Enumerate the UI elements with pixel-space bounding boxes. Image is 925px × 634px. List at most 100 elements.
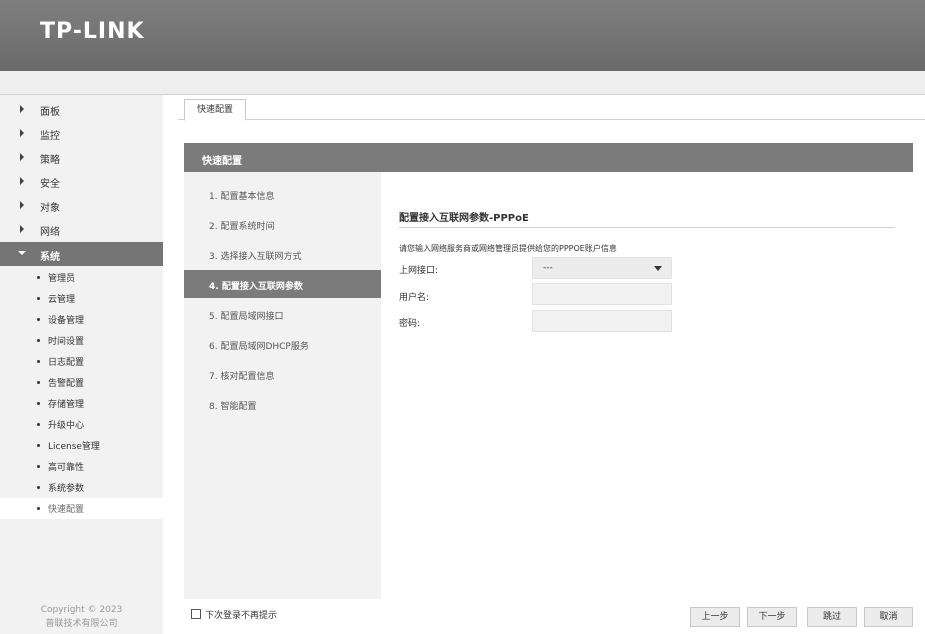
bullet-icon bbox=[37, 381, 40, 384]
bullet-icon bbox=[37, 339, 40, 342]
step-label: 6. 配置局域网DHCP服务 bbox=[209, 342, 309, 352]
sidebar-item-system[interactable]: 系统 bbox=[0, 242, 163, 266]
sidebar-subitem-label: 告警配置 bbox=[48, 379, 85, 389]
copyright-line: Copyright © 2023 bbox=[40, 605, 123, 615]
sidebar-subitem-label: 升级中心 bbox=[48, 421, 85, 431]
chevron-right-icon bbox=[20, 201, 24, 209]
sidebar-item-label: 系统 bbox=[40, 252, 60, 263]
cancel-button[interactable]: 取消 bbox=[864, 607, 913, 627]
sidebar-item-label: 安全 bbox=[40, 179, 60, 190]
tab-bar: 快速配置 bbox=[178, 95, 925, 121]
chevron-right-icon bbox=[20, 177, 24, 185]
sidebar-subitem-license[interactable]: License管理 bbox=[0, 435, 163, 456]
chevron-right-icon bbox=[20, 153, 24, 161]
bullet-icon bbox=[37, 423, 40, 426]
sidebar-subitem-log[interactable]: 日志配置 bbox=[0, 351, 163, 372]
header-subbar bbox=[0, 71, 925, 95]
chevron-down-icon bbox=[18, 251, 26, 255]
form-title: 配置接入互联网参数-PPPoE bbox=[399, 213, 529, 224]
step-label: 1. 配置基本信息 bbox=[209, 192, 275, 202]
sidebar-subitem-label: License管理 bbox=[48, 442, 100, 452]
sidebar-subitem-alarm[interactable]: 告警配置 bbox=[0, 372, 163, 393]
chevron-right-icon bbox=[20, 105, 24, 113]
chevron-right-icon bbox=[20, 129, 24, 137]
bullet-icon bbox=[37, 444, 40, 447]
tp-link-logo: TP-LINK bbox=[40, 19, 145, 44]
wizard-step: 3. 选择接入互联网方式 bbox=[184, 240, 381, 268]
top-header: TP-LINK bbox=[0, 0, 925, 71]
step-label: 5. 配置局域网接口 bbox=[209, 312, 284, 322]
bullet-icon bbox=[37, 402, 40, 405]
dropdown-caret-icon bbox=[654, 266, 662, 271]
sidebar-subitem-label: 设备管理 bbox=[48, 316, 85, 326]
wizard-step-current: 4. 配置接入互联网参数 bbox=[184, 270, 381, 298]
divider bbox=[399, 227, 895, 228]
username-label: 用户名: bbox=[399, 293, 430, 303]
sidebar-item-policy[interactable]: 策略 bbox=[0, 145, 163, 169]
panel-title: 快速配置 bbox=[202, 156, 242, 167]
sidebar-item-label: 对象 bbox=[40, 203, 60, 214]
bullet-icon bbox=[37, 465, 40, 468]
dont-show-again-label: 下次登录不再提示 bbox=[205, 611, 278, 621]
username-input[interactable] bbox=[532, 283, 672, 305]
bullet-icon bbox=[37, 486, 40, 489]
wizard-step: 5. 配置局域网接口 bbox=[184, 300, 381, 328]
next-button[interactable]: 下一步 bbox=[747, 607, 797, 627]
tab-quick-setup[interactable]: 快速配置 bbox=[184, 99, 246, 121]
sidebar-subitem-device[interactable]: 设备管理 bbox=[0, 309, 163, 330]
sidebar-item-security[interactable]: 安全 bbox=[0, 169, 163, 193]
sidebar: 面板 监控 策略 安全 对象 网络 系统 管理员 云管理 设备管理 时间设置 日… bbox=[0, 95, 163, 634]
sidebar-item-label: 面板 bbox=[40, 107, 60, 118]
step-label: 3. 选择接入互联网方式 bbox=[209, 252, 302, 262]
uplink-select[interactable]: --- bbox=[532, 257, 672, 279]
step-label: 8. 智能配置 bbox=[209, 402, 257, 412]
sidebar-subitem-label: 日志配置 bbox=[48, 358, 85, 368]
sidebar-item-label: 策略 bbox=[40, 155, 60, 166]
chevron-right-icon bbox=[20, 225, 24, 233]
sidebar-subitem-params[interactable]: 系统参数 bbox=[0, 477, 163, 498]
password-label: 密码: bbox=[399, 319, 421, 329]
skip-button[interactable]: 跳过 bbox=[807, 607, 857, 627]
sidebar-item-label: 网络 bbox=[40, 227, 60, 238]
wizard-step: 8. 智能配置 bbox=[184, 390, 381, 418]
bullet-icon bbox=[37, 297, 40, 300]
password-input[interactable] bbox=[532, 310, 672, 332]
sidebar-subitem-label: 高可靠性 bbox=[48, 463, 85, 473]
sidebar-subitem-admin[interactable]: 管理员 bbox=[0, 267, 163, 288]
sidebar-item-network[interactable]: 网络 bbox=[0, 217, 163, 241]
bullet-icon bbox=[37, 507, 40, 510]
sidebar-item-objects[interactable]: 对象 bbox=[0, 193, 163, 217]
dont-show-again-checkbox[interactable] bbox=[191, 609, 201, 619]
bullet-icon bbox=[37, 318, 40, 321]
step-label: 4. 配置接入互联网参数 bbox=[209, 282, 303, 292]
copyright: Copyright © 2023 普联技术有限公司 bbox=[0, 603, 163, 631]
sidebar-subitem-cloud[interactable]: 云管理 bbox=[0, 288, 163, 309]
wizard-step: 1. 配置基本信息 bbox=[184, 180, 381, 208]
wizard-step: 6. 配置局域网DHCP服务 bbox=[184, 330, 381, 358]
sidebar-item-monitor[interactable]: 监控 bbox=[0, 121, 163, 145]
sidebar-subitem-storage[interactable]: 存储管理 bbox=[0, 393, 163, 414]
wizard-step: 7. 核对配置信息 bbox=[184, 360, 381, 388]
sidebar-subitem-label: 云管理 bbox=[48, 295, 76, 305]
sidebar-subitem-label: 系统参数 bbox=[48, 484, 85, 494]
bullet-icon bbox=[37, 276, 40, 279]
bullet-icon bbox=[37, 360, 40, 363]
sidebar-subitem-time[interactable]: 时间设置 bbox=[0, 330, 163, 351]
sidebar-subitem-label: 时间设置 bbox=[48, 337, 85, 347]
sidebar-subitem-label: 快速配置 bbox=[48, 505, 85, 515]
company-name: 普联技术有限公司 bbox=[45, 619, 118, 629]
sidebar-item-dashboard[interactable]: 面板 bbox=[0, 97, 163, 121]
sidebar-subitem-upgrade[interactable]: 升级中心 bbox=[0, 414, 163, 435]
uplink-select-value: --- bbox=[543, 263, 553, 273]
step-label: 7. 核对配置信息 bbox=[209, 372, 275, 382]
uplink-label: 上网接口: bbox=[399, 266, 439, 276]
wizard-step: 2. 配置系统时间 bbox=[184, 210, 381, 238]
wizard-steps: 1. 配置基本信息 2. 配置系统时间 3. 选择接入互联网方式 4. 配置接入… bbox=[184, 172, 381, 599]
form-description: 请您输入网络服务商或网络管理员提供给您的PPPOE账户信息 bbox=[399, 244, 617, 253]
prev-button[interactable]: 上一步 bbox=[690, 607, 740, 627]
step-label: 2. 配置系统时间 bbox=[209, 222, 275, 232]
panel-header: 快速配置 bbox=[184, 143, 913, 172]
sidebar-subitem-label: 存储管理 bbox=[48, 400, 85, 410]
sidebar-subitem-ha[interactable]: 高可靠性 bbox=[0, 456, 163, 477]
sidebar-subitem-quick-setup[interactable]: 快速配置 bbox=[0, 498, 163, 519]
